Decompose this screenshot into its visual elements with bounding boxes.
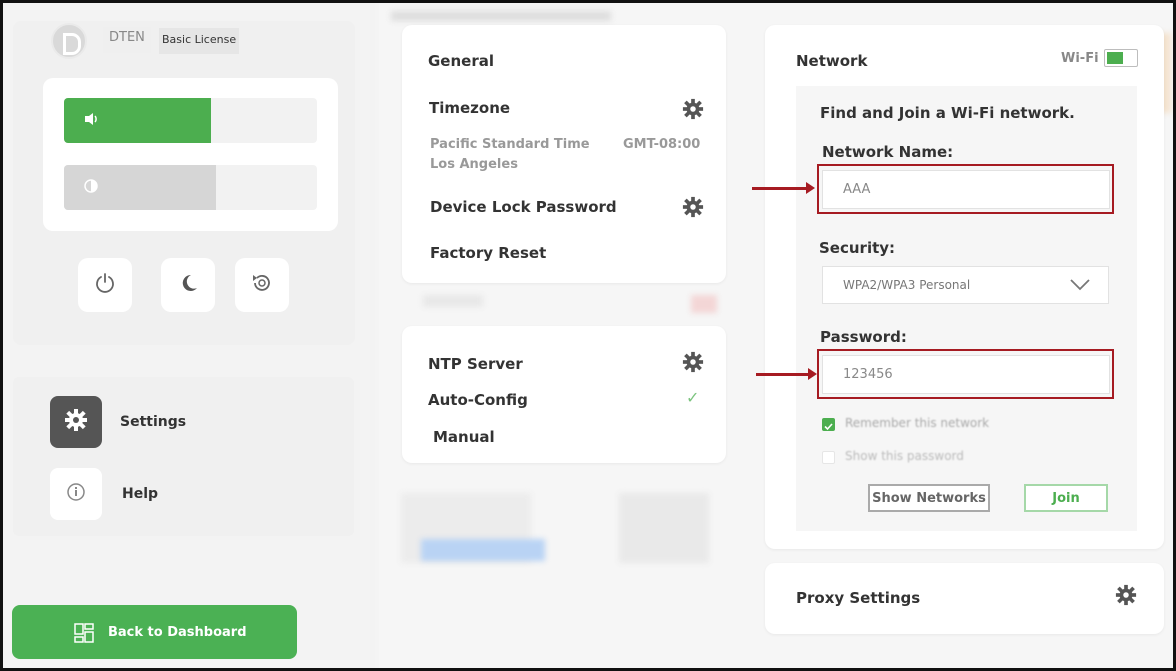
- speaker-icon: [84, 112, 100, 130]
- license-badge: Basic License: [159, 28, 240, 54]
- slider-card: [43, 78, 338, 231]
- dashboard-icon: [74, 623, 94, 647]
- sidebar-item-settings-label[interactable]: Settings: [120, 414, 186, 430]
- network-name-highlight: [817, 164, 1114, 214]
- remember-network-checkbox[interactable]: [822, 418, 835, 431]
- moon-icon: [177, 272, 199, 298]
- timezone-value: Pacific Standard Time: [430, 137, 590, 152]
- general-card: General Timezone Pacific Standard Time L…: [402, 25, 726, 283]
- volume-slider[interactable]: [64, 98, 317, 143]
- blurred-block-2: [619, 493, 709, 563]
- proxy-gear-icon[interactable]: [1115, 584, 1137, 610]
- general-heading: General: [428, 52, 494, 70]
- auto-config-option[interactable]: Auto-Config: [428, 391, 528, 409]
- app-window: DTEN Basic License Settings Help Back to…: [0, 0, 1176, 671]
- power-icon: [94, 272, 116, 298]
- timezone-gear-icon[interactable]: [682, 98, 704, 124]
- left-sidebar: DTEN Basic License Settings Help Back to…: [3, 3, 375, 668]
- brightness-icon: [84, 179, 98, 197]
- timezone-label: Timezone: [429, 99, 511, 117]
- gear-icon: [64, 408, 88, 436]
- password-highlight: [817, 349, 1114, 399]
- factory-reset-link[interactable]: Factory Reset: [430, 244, 546, 262]
- ntp-gear-icon[interactable]: [682, 351, 704, 377]
- restart-icon: [250, 271, 274, 299]
- brand-name: DTEN: [103, 27, 151, 53]
- blurred-text: [423, 295, 483, 307]
- dten-logo: [51, 23, 87, 59]
- security-select[interactable]: WPA2/WPA3 Personal: [822, 266, 1109, 304]
- wifi-label: Wi-Fi: [1061, 51, 1099, 66]
- brightness-slider[interactable]: [64, 165, 317, 210]
- auto-config-check-icon: ✓: [686, 388, 700, 407]
- back-to-dashboard-button[interactable]: Back to Dashboard: [12, 605, 297, 659]
- wifi-toggle-knob: [1107, 52, 1123, 64]
- security-value: WPA2/WPA3 Personal: [843, 278, 971, 292]
- device-lock-gear-icon[interactable]: [682, 196, 704, 222]
- timezone-city: Los Angeles: [430, 157, 518, 172]
- manual-option[interactable]: Manual: [433, 428, 495, 446]
- ntp-card: NTP Server Auto-Config ✓ Manual: [402, 326, 726, 463]
- join-button[interactable]: Join: [1024, 484, 1108, 512]
- timezone-offset: GMT-08:00: [623, 137, 701, 152]
- blurred-badge: [691, 295, 717, 313]
- sidebar-item-help-label[interactable]: Help: [122, 486, 158, 502]
- blurred-button: [421, 539, 545, 561]
- blurred-bar: [391, 11, 611, 21]
- sleep-button[interactable]: [161, 258, 215, 312]
- chevron-down-icon: [1070, 279, 1090, 294]
- show-password-checkbox[interactable]: [822, 451, 835, 464]
- sidebar-item-help[interactable]: [50, 468, 102, 520]
- ntp-heading: NTP Server: [428, 355, 523, 373]
- password-arrow: [756, 368, 817, 380]
- back-to-dashboard-label: Back to Dashboard: [108, 625, 247, 640]
- show-networks-button[interactable]: Show Networks: [868, 484, 990, 512]
- find-join-text: Find and Join a Wi-Fi network.: [820, 104, 1075, 122]
- network-name-label: Network Name:: [822, 143, 954, 161]
- restart-button[interactable]: [235, 258, 289, 312]
- sidebar-item-settings[interactable]: [50, 396, 102, 448]
- network-heading: Network: [796, 52, 868, 70]
- wifi-toggle[interactable]: [1104, 49, 1138, 67]
- proxy-card: Proxy Settings: [765, 563, 1164, 634]
- proxy-heading: Proxy Settings: [796, 589, 921, 607]
- power-button[interactable]: [78, 258, 132, 312]
- info-icon: [66, 482, 86, 506]
- device-lock-label: Device Lock Password: [430, 198, 617, 216]
- password-label: Password:: [820, 328, 907, 346]
- security-label: Security:: [819, 239, 896, 257]
- network-name-arrow: [752, 182, 815, 194]
- show-password-label: Show this password: [845, 449, 964, 463]
- remember-network-label: Remember this network: [845, 416, 990, 430]
